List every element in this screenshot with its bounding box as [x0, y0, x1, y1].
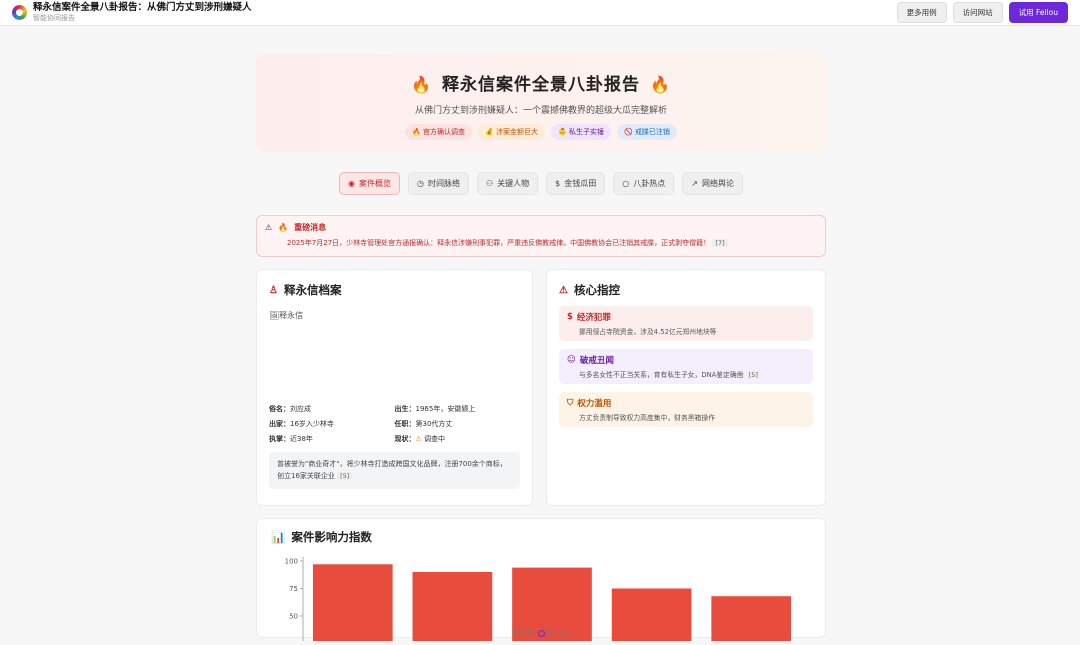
baby-icon: 👶 [558, 128, 567, 136]
page-title: 释永信案件全景八卦报告：从佛门方丈到涉刑嫌疑人 [33, 3, 252, 14]
tab-people[interactable]: ⚇关键人物 [477, 172, 538, 195]
tab-opinion[interactable]: ↗网络舆论 [682, 172, 743, 195]
y-tick-label: 75 [289, 585, 298, 593]
money-bag-icon: 💰 [485, 128, 494, 136]
alert-text: 2025年7月27日，少林寺管理处官方通报确认：释永信涉嫌刑事犯罪，严重违反佛教… [265, 238, 817, 248]
clock-icon: ◷ [417, 179, 424, 188]
top-bar: 释永信案件全景八卦报告：从佛门方丈到涉刑嫌疑人 智能协同报告 更多用例 访问网站… [0, 0, 1080, 26]
tab-timeline[interactable]: ◷时间脉络 [408, 172, 469, 195]
shield-icon: ⛉ [567, 398, 573, 408]
eye-icon: ◉ [348, 179, 355, 188]
page-subtitle: 智能协同报告 [33, 14, 252, 22]
charges-card: ⚠ 核心指控 $经济犯罪 挪用侵占寺院资金，涉及4.52亿元郑州地块等 ☺破戒丑闻… [546, 269, 826, 506]
more-cases-button[interactable]: 更多用例 [897, 2, 947, 23]
y-tick-label: 100 [285, 558, 298, 566]
try-fellou-button[interactable]: 试用 Fellou [1009, 2, 1068, 23]
visit-site-button[interactable]: 访问网站 [953, 2, 1003, 23]
charge-economic: $经济犯罪 挪用侵占寺院资金，涉及4.52亿元郑州地块等 [559, 306, 813, 341]
bar-chart-icon: 📊 [271, 530, 285, 544]
users-icon: ⚇ [486, 179, 493, 188]
chat-bubble-icon: ○ [622, 179, 629, 188]
info-position: 任职：第30代方丈 [395, 419, 521, 429]
fire-icon: 🔥 [411, 75, 432, 94]
info-tenure: 执掌：近38年 [269, 434, 395, 444]
warning-icon: ⚠ [416, 435, 422, 443]
charge-scandal: ☺破戒丑闻 与多名女性不正当关系，育有私生子女，DNA鉴定确凿 [5] [559, 349, 813, 384]
hero-banner: 🔥 释永信案件全景八卦报告 🔥 从佛门方丈到涉刑嫌疑人：一个震撼佛教界的超级大瓜完整… [256, 54, 826, 152]
alert-title: 重磅消息 [294, 222, 326, 233]
fellou-logo-icon [12, 5, 27, 20]
hero-title: 释永信案件全景八卦报告 [442, 75, 640, 95]
dollar-icon: $ [567, 312, 573, 322]
trend-icon: ↗ [691, 179, 698, 188]
citation-ref[interactable]: [5] [746, 371, 761, 379]
profile-photo: 🖼释永信 [269, 310, 520, 404]
profile-info: 俗名：刘应成 出生：1965年，安徽颍上 出家：16岁入少林寺 任职：第30代方… [269, 404, 520, 444]
tab-gossip[interactable]: ○八卦热点 [613, 172, 674, 195]
charges-title: 核心指控 [574, 282, 620, 298]
profile-card: ♙ 释永信档案 🖼释永信 俗名：刘应成 出生：1965年，安徽颍上 出家：16岁入… [256, 269, 533, 506]
tag-money: 💰 涉案金额巨大 [478, 124, 545, 140]
y-tick-label: 50 [289, 613, 298, 621]
breaking-news-alert: ⚠ 🔥 重磅消息 2025年7月27日，少林寺管理处官方通报确认：释永信涉嫌刑事… [256, 215, 826, 257]
tab-overview[interactable]: ◉案件概览 [339, 172, 400, 195]
fire-icon: 🔥 [650, 75, 671, 94]
warning-icon: ⚠ [265, 223, 272, 232]
charge-power: ⛉权力滥用 方丈负责制导致权力高度集中，财务黑箱操作 [559, 392, 813, 427]
fire-icon: 🔥 [278, 223, 288, 232]
user-icon: ♙ [269, 285, 278, 296]
tag-official: 🔥 官方确认调查 [405, 124, 472, 140]
fellou-logo-icon [538, 630, 545, 637]
citation-ref[interactable]: [7] [712, 239, 727, 247]
citation-ref[interactable]: [5] [337, 472, 352, 480]
impact-title: 案件影响力指数 [291, 529, 372, 545]
section-tabs: ◉案件概览 ◷时间脉络 ⚇关键人物 $金钱瓜田 ○八卦热点 ↗网络舆论 [256, 172, 826, 195]
warning-icon: ⚠ [559, 285, 568, 296]
hero-subtitle: 从佛门方丈到涉刑嫌疑人：一个震撼佛教界的超级大瓜完整解析 [256, 103, 826, 116]
footer: 制作方 Fellou [0, 628, 1080, 645]
prohibited-icon: 🚫 [624, 128, 633, 136]
tag-revoked: 🚫 戒牒已注销 [617, 124, 677, 140]
tab-money[interactable]: $金钱瓜田 [546, 172, 605, 195]
report-content: 🔥 释永信案件全景八卦报告 🔥 从佛门方丈到涉刑嫌疑人：一个震撼佛教界的超级大瓜完整… [256, 26, 826, 626]
info-ordained: 出家：16岁入少林寺 [269, 419, 395, 429]
dollar-icon: $ [555, 179, 560, 188]
info-status: 现状：⚠ 调查中 [395, 434, 521, 444]
smile-icon: ☺ [567, 355, 576, 365]
impact-chart-card: 📊 案件影响力指数 100 75 50 [256, 518, 826, 638]
footer-brand[interactable]: Fellou [547, 629, 568, 637]
profile-title: 释永信档案 [284, 282, 342, 298]
info-name: 俗名：刘应成 [269, 404, 395, 414]
fire-icon: 🔥 [412, 128, 421, 136]
info-birth: 出生：1965年，安徽颍上 [395, 404, 521, 414]
profile-note: 曾被誉为"商业奇才"，将少林寺打造成跨国文化品牌，注册700余个商标，创立16家… [269, 452, 520, 489]
tag-child: 👶 私生子实锤 [551, 124, 611, 140]
